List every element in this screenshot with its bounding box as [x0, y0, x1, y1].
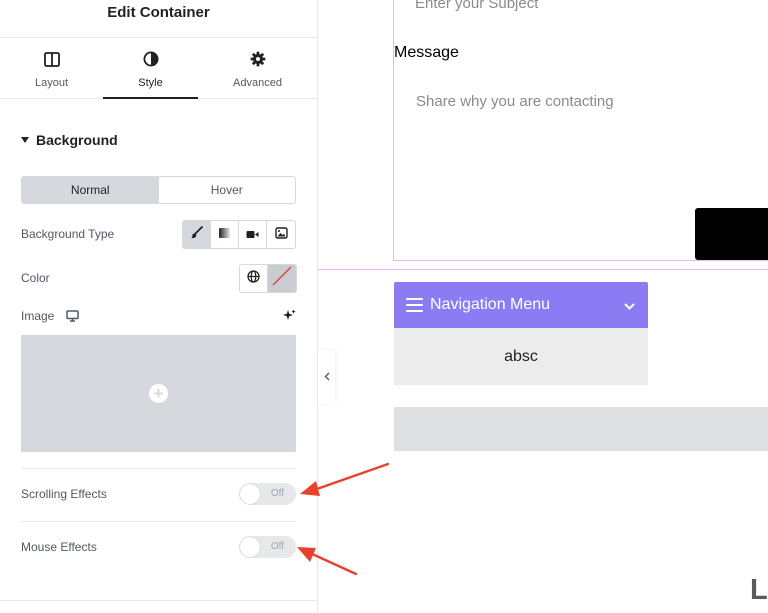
- gear-icon: [250, 50, 266, 68]
- normal-state-button[interactable]: Normal: [22, 177, 159, 203]
- divider: [21, 468, 296, 469]
- color-picker-swatch[interactable]: [268, 265, 296, 292]
- slideshow-icon: [274, 226, 288, 244]
- mouse-effects-label: Mouse Effects: [21, 540, 97, 554]
- gradient-icon: [218, 226, 231, 244]
- tab-layout-label: Layout: [34, 77, 69, 89]
- navigation-menu-title: Navigation Menu: [430, 296, 551, 313]
- layout-columns-icon: [43, 50, 60, 68]
- panel-header: Edit Container: [0, 0, 317, 38]
- global-colors-button[interactable]: [240, 265, 268, 292]
- half-circle-icon: [143, 50, 159, 68]
- tab-advanced-label: Advanced: [233, 77, 282, 89]
- hover-state-button[interactable]: Hover: [159, 177, 296, 203]
- background-section-toggle[interactable]: Background: [21, 132, 118, 148]
- mouse-effects-state: Off: [270, 541, 284, 552]
- edit-container-panel: Edit Container Layout Style Advanced Bac…: [0, 0, 318, 613]
- divider: [0, 600, 318, 601]
- switch-knob: [240, 484, 260, 504]
- message-label: Message: [394, 44, 459, 61]
- navigation-menu-toggle[interactable]: Navigation Menu: [394, 282, 648, 328]
- color-control: [239, 264, 297, 293]
- panel-tabs: Layout Style Advanced: [0, 38, 317, 99]
- state-toggle: Normal Hover: [21, 176, 296, 204]
- brush-icon: [190, 225, 203, 244]
- image-upload-area[interactable]: +: [21, 335, 296, 452]
- scrolling-effects-state: Off: [270, 488, 284, 499]
- sparkle-icon[interactable]: [283, 309, 296, 327]
- editor-root: Edit Container Layout Style Advanced Bac…: [0, 0, 768, 613]
- scrolling-effects-switch[interactable]: Off: [239, 483, 296, 505]
- color-label: Color: [21, 271, 50, 285]
- background-classic-button[interactable]: [183, 221, 211, 248]
- panel-title: Edit Container: [107, 4, 210, 21]
- chevron-down-icon: [624, 297, 635, 315]
- tab-advanced[interactable]: Advanced: [210, 38, 305, 99]
- submit-button[interactable]: [695, 208, 768, 260]
- background-type-control: [182, 220, 296, 249]
- background-video-button[interactable]: [239, 221, 267, 248]
- tab-style-label: Style: [138, 77, 163, 89]
- image-label-row: Image: [21, 309, 80, 323]
- plus-circle-icon: +: [149, 384, 168, 403]
- scrolling-effects-label: Scrolling Effects: [21, 487, 107, 501]
- chevron-left-icon: [324, 368, 330, 386]
- tab-style[interactable]: Style: [103, 38, 198, 99]
- globe-icon: [247, 269, 260, 288]
- hamburger-icon: [406, 298, 423, 312]
- background-gradient-button[interactable]: [211, 221, 239, 248]
- desktop-icon[interactable]: [66, 310, 80, 322]
- tab-layout[interactable]: Layout: [0, 38, 103, 99]
- caret-down-icon: [21, 137, 29, 143]
- background-slideshow-button[interactable]: [267, 221, 295, 248]
- no-color-swatch-icon: [270, 265, 294, 292]
- corner-text: L: [750, 574, 768, 606]
- nav-menu-item[interactable]: absc: [394, 328, 648, 385]
- background-section-title: Background: [36, 132, 118, 148]
- mouse-effects-switch[interactable]: Off: [239, 536, 296, 558]
- image-label: Image: [21, 309, 55, 323]
- switch-knob: [240, 537, 260, 557]
- panel-collapse-button[interactable]: [318, 350, 335, 404]
- subject-placeholder: Enter your Subject: [415, 0, 539, 12]
- video-camera-icon: [246, 226, 259, 244]
- empty-container-block: [394, 407, 768, 451]
- message-placeholder: Share why you are contacting: [416, 93, 614, 110]
- background-type-label: Background Type: [21, 227, 115, 241]
- divider: [21, 521, 296, 522]
